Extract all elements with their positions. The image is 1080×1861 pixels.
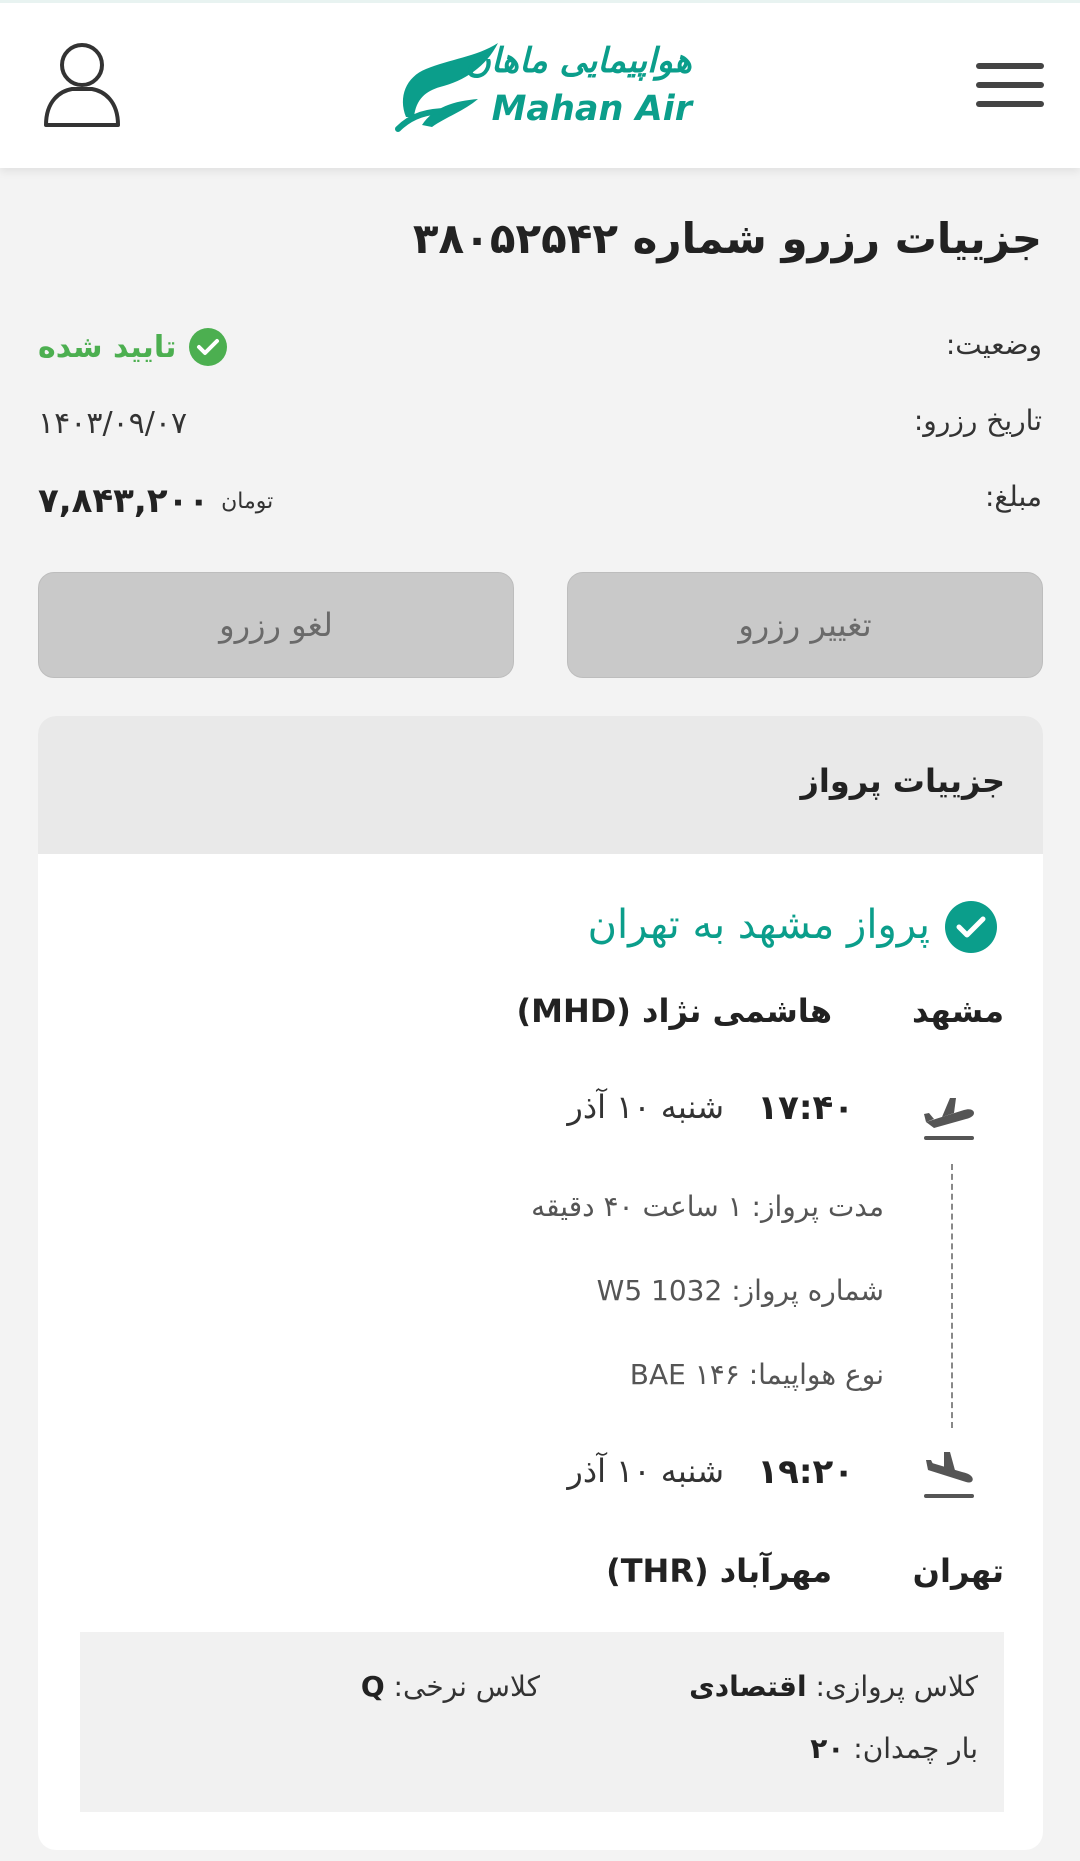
aircraft-type: نوع هواپیما: BAE ۱۴۶	[284, 1358, 884, 1402]
amount-unit: تومان	[221, 488, 274, 514]
amount-value: تومان ۷,۸۴۳,۲۰۰	[38, 476, 538, 526]
flight-number-label: شماره پرواز:	[731, 1274, 884, 1307]
departure-day: شنبه ۱۰ آذر	[567, 1088, 724, 1126]
aircraft-type-label: نوع هواپیما:	[748, 1358, 884, 1391]
plane-landing-icon	[924, 1452, 974, 1498]
logo-english-text: Mahan Air	[491, 89, 692, 129]
booking-date-label: تاریخ رزرو:	[913, 404, 1042, 437]
route-title: پرواز مشهد به تهران	[587, 902, 930, 948]
departure-time: ۱۷:۴۰	[757, 1088, 854, 1128]
cancel-booking-button[interactable]: لغو رزرو	[38, 572, 514, 678]
arrival-day: شنبه ۱۰ آذر	[567, 1452, 724, 1490]
status-value: تایید شده	[38, 322, 538, 372]
cabin-class-label: کلاس پروازی:	[815, 1670, 978, 1703]
fare-info-box: کلاس پروازی: اقتصادی کلاس نرخی: Q بار چم…	[80, 1632, 1004, 1812]
flight-details-header[interactable]: جزییات پرواز	[38, 716, 1043, 854]
fare-class-value: Q	[360, 1670, 385, 1703]
cabin-class-value: اقتصادی	[689, 1670, 807, 1703]
check-circle-icon	[189, 328, 228, 366]
baggage-allowance: بار چمدان: ۲۰	[578, 1732, 978, 1776]
origin-airport: هاشمی نژاد (MHD)	[516, 992, 832, 1030]
user-icon[interactable]	[42, 39, 122, 129]
flight-duration: مدت پرواز: ۱ ساعت ۴۰ دقیقه	[284, 1190, 884, 1234]
status-label: وضعیت:	[945, 328, 1042, 361]
page-title: جزییات رزرو شماره ۳۸۰۵۲۵۴۲	[412, 214, 1042, 263]
logo-persian-text: هواپیمایی ماهان	[465, 41, 692, 81]
mahan-air-logo[interactable]: هواپیمایی ماهان Mahan Air	[392, 37, 692, 133]
baggage-label: بار چمدان:	[853, 1732, 978, 1765]
flight-duration-value: ۱ ساعت ۴۰ دقیقه	[531, 1190, 743, 1223]
origin-city: مشهد	[912, 992, 1004, 1030]
fare-class: کلاس نرخی: Q	[180, 1670, 540, 1714]
aircraft-type-value: BAE ۱۴۶	[629, 1358, 740, 1391]
check-circle-icon	[945, 901, 997, 953]
fare-class-label: کلاس نرخی:	[393, 1670, 540, 1703]
flight-duration-label: مدت پرواز:	[751, 1190, 884, 1223]
destination-airport: مهرآباد (THR)	[606, 1552, 832, 1590]
change-booking-button[interactable]: تغییر رزرو	[567, 572, 1043, 678]
route-dashed-line	[951, 1164, 953, 1428]
top-bar: هواپیمایی ماهان Mahan Air	[0, 0, 1080, 168]
cabin-class: کلاس پروازی: اقتصادی	[578, 1670, 978, 1714]
baggage-value: ۲۰	[810, 1732, 845, 1765]
amount-label: مبلغ:	[984, 480, 1042, 513]
destination-city: تهران	[912, 1552, 1004, 1590]
arrival-time: ۱۹:۲۰	[757, 1452, 854, 1492]
amount-text: ۷,۸۴۳,۲۰۰	[38, 481, 210, 521]
status-text: تایید شده	[38, 329, 177, 365]
menu-icon[interactable]	[976, 59, 1044, 111]
plane-takeoff-icon	[924, 1098, 974, 1140]
flight-details-title: جزییات پرواز	[800, 762, 1005, 800]
flight-number: شماره پرواز: W5 1032	[284, 1274, 884, 1318]
booking-date-value: ۱۴۰۳/۰۹/۰۷	[38, 398, 538, 448]
booking-date-text: ۱۴۰۳/۰۹/۰۷	[38, 405, 188, 441]
flight-number-value: W5 1032	[596, 1274, 723, 1307]
